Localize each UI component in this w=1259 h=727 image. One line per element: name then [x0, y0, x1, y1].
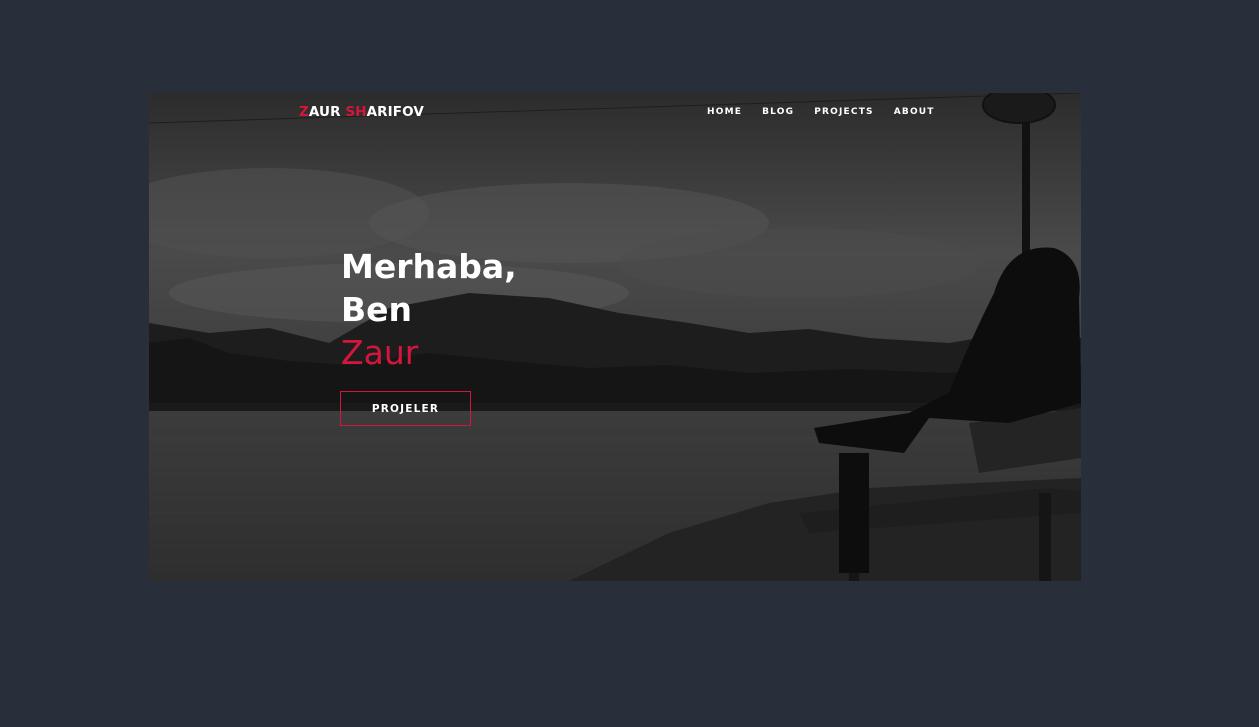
hero-name: Zaur — [341, 333, 419, 372]
logo-text-arifov: ARIFOV — [366, 104, 424, 120]
hero-heading: Merhaba, Ben Zaur — [341, 245, 517, 374]
site-logo[interactable]: ZAUR SHARIFOV — [299, 104, 424, 120]
nav-menu: HOME BLOG PROJECTS ABOUT — [707, 107, 955, 117]
projeler-button[interactable]: PROJELER — [340, 391, 471, 426]
nav-link-blog[interactable]: BLOG — [762, 107, 794, 117]
nav-link-about[interactable]: ABOUT — [894, 107, 935, 117]
logo-text-aur: AUR — [308, 104, 346, 120]
nav-link-home[interactable]: HOME — [707, 107, 742, 117]
nav-link-projects[interactable]: PROJECTS — [814, 107, 874, 117]
logo-accent-sh: SH — [345, 104, 367, 120]
hero-intro: Ben — [341, 290, 413, 329]
hero-greeting: Merhaba, — [341, 247, 517, 286]
website-frame: ZAUR SHARIFOV HOME BLOG PROJECTS ABOUT M… — [149, 93, 1081, 581]
top-navbar: ZAUR SHARIFOV HOME BLOG PROJECTS ABOUT — [149, 93, 1081, 133]
logo-accent-z: Z — [299, 104, 309, 120]
hero-background-photo — [149, 93, 1081, 581]
